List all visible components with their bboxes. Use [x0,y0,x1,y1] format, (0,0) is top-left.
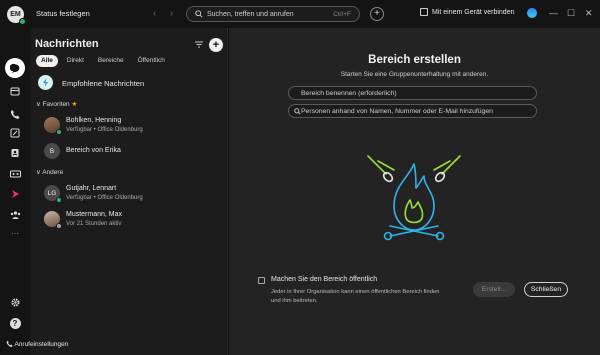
list-item-gutjahr[interactable]: LG Gutjahr, Lennart Verfügbar • Office O… [30,182,227,206]
app-icon[interactable] [8,187,22,201]
dialog-title: Bereich erstellen [368,54,461,66]
dialog-subtitle: Starten Sie eine Gruppenunterhaltung mit… [340,71,489,78]
list-item-mustermann[interactable]: Mustermann, Max Vor 21 Stunden aktiv [30,208,227,232]
messages-panel: Nachrichten + Alle Direkt Bereiche Öffen… [30,28,228,355]
more-icon[interactable]: ··· [8,226,22,240]
help-icon[interactable]: ? [8,316,22,330]
tab-direkt[interactable]: Direkt [62,55,89,67]
profile-initials: EM [10,11,21,18]
title-bar: EM Status festlegen ‹ › Suchen, treffen … [0,0,600,28]
search-icon [294,108,301,115]
minimize-icon[interactable]: — [549,8,558,18]
search-shortcut: Ctrl+F [333,10,351,18]
space-name-field[interactable] [288,86,537,100]
add-people-input[interactable] [301,106,529,116]
list-item-bereich-erika[interactable]: B Bereich von Erika [30,142,227,162]
create-button[interactable]: Erstell... [473,282,515,297]
new-message-button[interactable]: + [209,38,223,52]
app-navigation-rail: ··· ? [0,28,30,355]
avatar [44,211,62,229]
settings-gear-icon[interactable] [8,295,22,309]
others-label: Andere [42,169,64,176]
connect-device-button[interactable]: Mit einem Gerät verbinden [432,9,514,16]
contact-name: Bohlken, Henning [66,117,122,124]
contact-status: Verfügbar • Office Oldenburg [66,127,143,133]
away-status-dot [56,223,62,229]
add-people-field[interactable] [288,104,537,118]
space-initial: B [49,147,55,155]
others-caret-icon: ∨ [36,169,41,176]
favorites-label: Favoriten [42,101,70,108]
search-icon [195,10,203,18]
voicemail-icon[interactable] [8,167,22,181]
contacts-icon[interactable] [8,146,22,160]
search-placeholder: Suchen, treffen und anrufen [207,10,294,18]
favorites-star-icon: ★ [71,101,78,108]
tab-alle[interactable]: Alle [36,55,58,67]
close-button[interactable]: Schließen [524,282,568,297]
close-window-icon[interactable]: ✕ [585,8,593,19]
contact-status: Vor 21 Stunden aktiv [66,221,122,227]
others-section-header[interactable]: ∨ Andere [36,168,63,176]
favorites-section-header[interactable]: ∨ Favoriten ★ [36,100,77,108]
forward-arrow-icon[interactable]: › [170,8,173,18]
create-space-dialog: Bereich erstellen Starten Sie eine Grupp… [229,28,600,355]
favorites-caret-icon: ∨ [36,101,41,108]
campfire-illustration [367,155,461,241]
search-bar[interactable]: Suchen, treffen und anrufen Ctrl+F [186,6,360,22]
avatar-initials: LG [47,189,57,197]
public-space-label: Machen Sie den Bereich öffentlich [271,276,378,283]
new-item-button[interactable]: + [370,7,384,21]
messaging-icon[interactable] [8,61,22,75]
avatar [44,117,62,135]
avatar: LG [44,185,62,203]
call-settings-label: Anrufeinstellungen [14,341,69,348]
filter-icon[interactable] [195,41,203,48]
teams-icon[interactable] [8,208,22,222]
calendar-icon[interactable] [8,84,22,98]
recommended-messages-icon [38,75,53,90]
public-space-checkbox[interactable] [258,277,265,284]
contact-name: Gutjahr, Lennart [66,185,117,192]
presence-dot [19,18,26,25]
available-status-dot [56,197,62,203]
contact-status: Verfügbar • Office Oldenburg [66,195,143,201]
recommended-messages-item[interactable]: Empfohlene Nachrichten [62,79,144,88]
device-icon [420,8,428,16]
profile-avatar[interactable]: EM [7,6,26,25]
call-settings-icon [6,340,13,347]
contact-name: Mustermann, Max [66,211,123,218]
set-status-link[interactable]: Status festlegen [36,9,90,18]
filter-tabs: Alle Direkt Bereiche Öffentlich [36,55,170,67]
back-arrow-icon[interactable]: ‹ [153,8,156,18]
maximize-icon[interactable]: ☐ [567,8,575,19]
panel-title: Nachrichten [35,38,99,50]
webex-logo-icon [527,8,537,18]
available-status-dot [56,129,62,135]
calls-icon[interactable] [8,107,22,121]
call-settings-button[interactable]: Anrufeinstellungen [6,340,68,348]
whiteboard-icon[interactable] [8,126,22,140]
tab-oeffentlich[interactable]: Öffentlich [133,55,170,67]
list-item-bohlken[interactable]: Bohlken, Henning Verfügbar • Office Olde… [30,114,227,138]
public-space-description: Jeder in Ihrer Organisation kann einen ö… [271,289,440,304]
space-name-input[interactable] [301,88,529,98]
help-glyph: ? [9,317,21,329]
tab-bereiche[interactable]: Bereiche [93,55,129,67]
space-name: Bereich von Erika [66,147,121,154]
space-avatar: B [44,143,60,159]
